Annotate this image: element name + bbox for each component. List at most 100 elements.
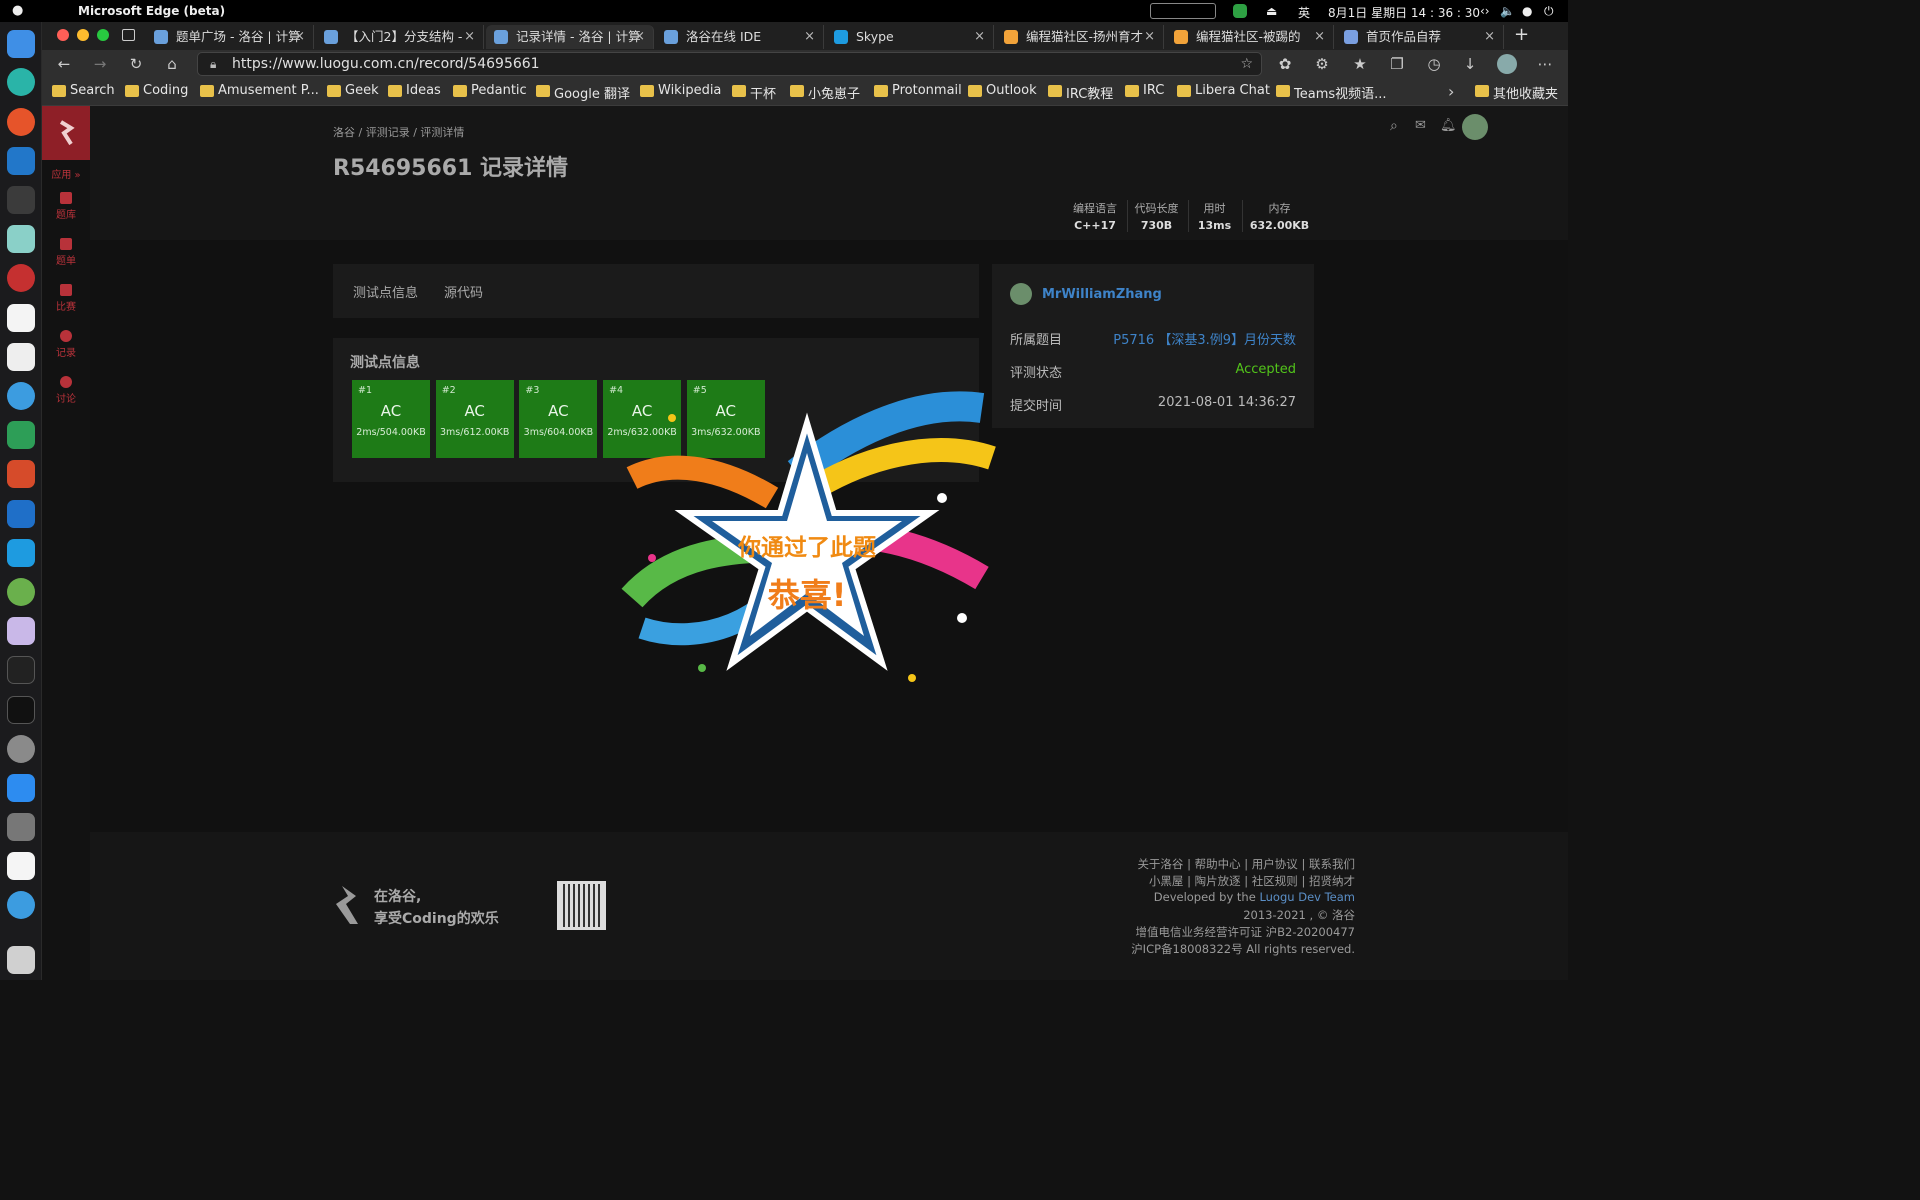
drawing-app-icon[interactable] [7,225,35,253]
profile-icon[interactable] [1497,54,1517,74]
app-store-icon[interactable] [7,774,35,802]
breadcrumb[interactable]: 洛谷 / 评测记录 / 评测详情 [333,124,464,140]
congrats-popup[interactable]: 你通过了此题 恭喜! [612,378,1002,698]
bookmark-item[interactable]: 小兔崽子 [790,83,860,102]
add-favorite-icon[interactable]: ☆ [1240,53,1253,75]
mail-icon[interactable]: ✉ [1415,118,1426,133]
window-switcher-icon[interactable] [1150,3,1216,19]
bookmark-item[interactable]: Coding [125,83,188,98]
home-icon[interactable]: ⌂ [162,54,182,74]
clock[interactable]: 8月1日 星期日 14 : 36 : 30 [1328,4,1480,21]
browser-tab[interactable]: 编程猫社区-扬州育才 × [996,25,1164,49]
bookmark-item[interactable]: IRC [1125,83,1164,98]
app-name[interactable]: Microsoft Edge (beta) [78,4,225,18]
close-tab-icon[interactable]: × [294,25,305,48]
new-tab-button[interactable]: + [1514,24,1529,45]
bookmark-item[interactable]: Amusement P... [200,83,319,98]
minimize-window-icon[interactable] [77,29,89,41]
sublime-icon[interactable] [7,186,35,214]
eject-icon[interactable]: ⏏ [1266,4,1277,18]
browser-tab[interactable]: 记录详情 - 洛谷 | 计算 × [486,25,654,49]
system-preferences-icon[interactable] [7,735,35,763]
close-tab-icon[interactable]: × [1314,25,1325,48]
close-tab-icon[interactable]: × [804,25,815,48]
testcase-box[interactable]: #1 AC 2ms/504.00KB [352,380,430,458]
sidenav-lists[interactable]: 题单 [42,238,90,267]
bell-icon[interactable]: 🔔︎ [1440,118,1457,133]
luogu-logo[interactable] [42,106,90,160]
pidgin-icon[interactable] [7,617,35,645]
skype-icon[interactable] [7,539,35,567]
bookmark-item[interactable]: Protonmail [874,83,962,98]
problem-link[interactable]: P5716 【深基3.例9】月份天数 [1113,329,1296,348]
address-bar[interactable]: 🔒︎ https://www.luogu.com.cn/record/54695… [197,52,1262,76]
history-icon[interactable]: ◷ [1424,54,1444,74]
libera-icon[interactable] [7,578,35,606]
power-icon[interactable]: ⏻ [1544,4,1554,19]
forward-icon[interactable]: → [90,54,110,74]
collections-icon[interactable]: ❐ [1387,54,1407,74]
footer-links-row2[interactable]: 小黑屋 | 陶片放逐 | 社区规则 | 招贤纳才 [1149,873,1355,889]
bookmark-item[interactable]: 其他收藏夹 [1475,83,1558,102]
downloads-icon[interactable]: ↓ [1460,54,1480,74]
footer-license1[interactable]: 增值电信业务经营许可证 沪B2-20200477 [1135,924,1355,940]
volume-icon[interactable]: 🔈 [1500,4,1515,18]
bookmark-item[interactable]: Ideas [388,83,441,98]
back-icon[interactable]: ← [54,54,74,74]
close-window-icon[interactable] [57,29,69,41]
edge-icon[interactable] [7,68,35,96]
browser-tab[interactable]: 【入门2】分支结构 - × [316,25,484,49]
search-icon[interactable]: ⌕ [1390,118,1398,134]
layers-icon[interactable] [7,421,35,449]
testcase-box[interactable]: #2 AC 3ms/612.00KB [435,380,514,458]
sidenav-records[interactable]: 记录 [42,330,90,359]
browser-tab[interactable]: Skype × [826,25,994,49]
activity-monitor-icon[interactable] [7,656,35,684]
bookmark-item[interactable]: Wikipedia [640,83,721,98]
code-icon[interactable]: ‹› [1480,4,1490,18]
browser-tab[interactable]: 编程猫社区-被踢的 × [1166,25,1334,49]
browser-tab[interactable]: 题单广场 - 洛谷 | 计算 × [146,25,314,49]
bookmark-item[interactable]: IRC教程 [1048,83,1113,102]
favorites-icon[interactable]: ★ [1350,54,1370,74]
finder-icon[interactable] [7,30,35,58]
dev-team-link[interactable]: Luogu Dev Team [1259,890,1355,904]
refresh-icon[interactable]: ↻ [126,54,146,74]
user-avatar[interactable] [1462,114,1488,140]
more-icon[interactable]: ⋯ [1535,54,1555,74]
telegram-icon[interactable] [7,382,35,410]
firefox-icon[interactable] [7,108,35,136]
outlook-icon[interactable] [7,500,35,528]
footer-links-row1[interactable]: 关于洛谷 | 帮助中心 | 用户协议 | 联系我们 [1137,856,1355,872]
close-tab-icon[interactable]: × [634,25,645,48]
tab-testcases[interactable]: 测试点信息 [353,282,418,301]
close-tab-icon[interactable]: × [464,25,475,48]
browser-tab[interactable]: 首页作品自荐 × [1336,25,1504,49]
tab-actions-icon[interactable] [122,29,135,41]
tab-source-code[interactable]: 源代码 [444,282,483,301]
microphone-icon[interactable]: ● [1522,4,1532,18]
typora-icon[interactable] [7,343,35,371]
ime-indicator[interactable]: 英 [1298,4,1310,21]
bookmark-item[interactable]: Geek [327,83,379,98]
puzzle-icon[interactable]: ⚙ [1312,54,1332,74]
footer-license2[interactable]: 沪ICP备18008322号 All rights reserved. [1131,941,1355,957]
bookmark-item[interactable]: Outlook [968,83,1037,98]
bookmark-item[interactable]: Google 翻译 [536,83,630,102]
bookmark-item[interactable]: 干杯 [732,83,776,102]
apple-icon[interactable]: ● [12,3,23,18]
terminal-icon[interactable] [7,696,35,724]
bookmarks-overflow-icon[interactable]: › [1448,82,1454,101]
bookmark-item[interactable]: Libera Chat [1177,83,1270,98]
wikipedia-icon[interactable] [7,852,35,880]
extension-icon[interactable]: ✿ [1275,54,1295,74]
spider-icon[interactable] [7,264,35,292]
telegram-alt-icon[interactable] [7,891,35,919]
bookmark-item[interactable]: Teams视频语... [1276,83,1387,102]
sidenav-apps[interactable]: 应用 » [42,166,90,181]
chat-app-icon[interactable] [7,304,35,332]
sidenav-contests[interactable]: 比赛 [42,284,90,313]
close-tab-icon[interactable]: × [1484,25,1495,48]
vscode-icon[interactable] [7,147,35,175]
shield-check-icon[interactable] [1233,4,1247,18]
